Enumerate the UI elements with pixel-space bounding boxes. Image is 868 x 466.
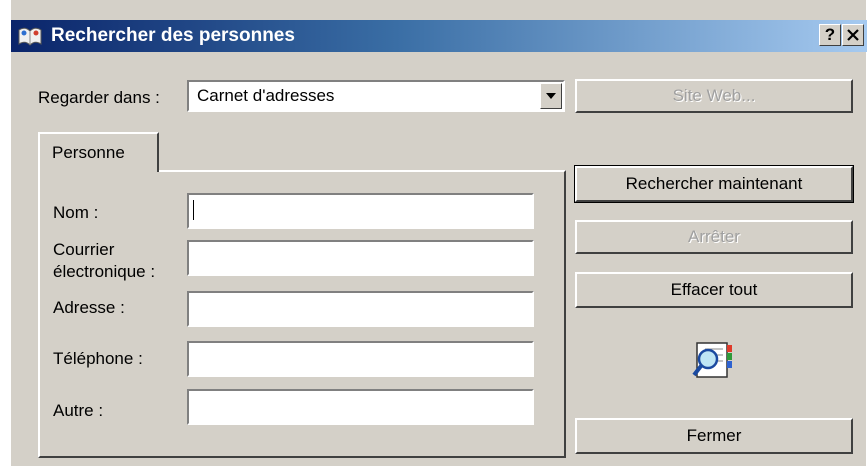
address-book-icon bbox=[18, 27, 42, 46]
other-label: Autre : bbox=[53, 401, 104, 420]
email-label-line1: Courrier bbox=[53, 240, 115, 259]
book-magnifier-icon bbox=[692, 342, 732, 378]
close-title-button[interactable] bbox=[842, 24, 864, 46]
close-button[interactable]: Fermer bbox=[575, 418, 853, 454]
search-now-button[interactable]: Rechercher maintenant bbox=[574, 165, 854, 203]
name-field[interactable] bbox=[187, 193, 534, 229]
address-field[interactable] bbox=[187, 291, 534, 327]
look-in-dropdown[interactable]: Carnet d'adresses bbox=[187, 80, 565, 112]
website-button[interactable]: Site Web... bbox=[575, 79, 853, 113]
text-caret bbox=[193, 200, 194, 220]
tab-person[interactable]: Personne bbox=[38, 132, 159, 172]
help-button[interactable]: ? bbox=[819, 24, 841, 46]
phone-field[interactable] bbox=[187, 341, 534, 377]
clear-all-button[interactable]: Effacer tout bbox=[575, 272, 853, 308]
chevron-down-icon[interactable] bbox=[540, 83, 562, 109]
title-bar[interactable]: Rechercher des personnes ? bbox=[11, 20, 867, 52]
look-in-label: Regarder dans : bbox=[38, 88, 160, 107]
tab-person-label: Personne bbox=[52, 143, 125, 162]
look-in-value: Carnet d'adresses bbox=[197, 86, 335, 105]
name-label: Nom : bbox=[53, 203, 99, 222]
other-field[interactable] bbox=[187, 389, 534, 425]
close-icon bbox=[847, 29, 859, 41]
email-field[interactable] bbox=[187, 240, 534, 276]
address-label: Adresse : bbox=[53, 298, 125, 317]
email-label-line2: électronique : bbox=[53, 262, 156, 281]
find-people-dialog: Rechercher des personnes ? Regarder dans… bbox=[10, 0, 867, 466]
dialog-title: Rechercher des personnes bbox=[51, 25, 295, 46]
stop-button[interactable]: Arrêter bbox=[575, 220, 853, 254]
phone-label: Téléphone : bbox=[53, 349, 143, 368]
